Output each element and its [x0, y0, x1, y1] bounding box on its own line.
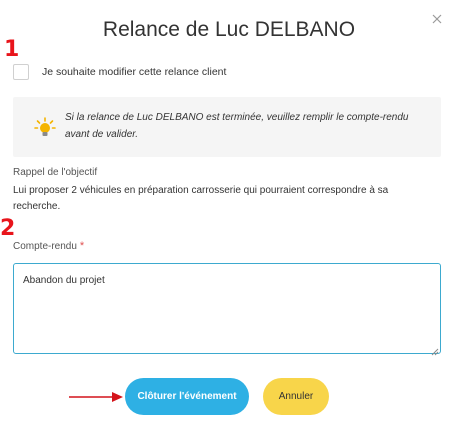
arrow-right-icon	[68, 390, 124, 404]
objective-label: Rappel de l'objectif	[13, 167, 98, 178]
close-icon[interactable]	[430, 12, 444, 26]
lightbulb-icon	[34, 117, 56, 139]
relance-dialog: Relance de Luc DELBANO 1 Je souhaite mod…	[0, 0, 458, 440]
dialog-title: Relance de Luc DELBANO	[102, 18, 356, 41]
info-callout: Si la relance de Luc DELBANO est terminé…	[13, 97, 441, 157]
report-label-row: Compte-rendu *	[13, 240, 84, 252]
close-event-button[interactable]: Clôturer l'événement	[125, 378, 249, 415]
modify-relance-label: Je souhaite modifier cette relance clien…	[42, 66, 227, 78]
step-marker-2: 2	[0, 216, 16, 241]
objective-text: Lui proposer 2 véhicules en préparation …	[13, 185, 389, 212]
step-marker-1: 1	[4, 37, 20, 62]
required-mark: *	[79, 240, 85, 252]
resize-grip-icon[interactable]	[430, 343, 439, 356]
modify-relance-checkbox[interactable]	[13, 64, 29, 80]
report-label: Compte-rendu	[13, 241, 77, 252]
info-text: Si la relance de Luc DELBANO est terminé…	[65, 112, 409, 140]
modify-relance-row[interactable]: Je souhaite modifier cette relance clien…	[13, 63, 226, 81]
report-textarea[interactable]: Abandon du projet	[13, 263, 441, 354]
cancel-button[interactable]: Annuler	[263, 378, 329, 415]
